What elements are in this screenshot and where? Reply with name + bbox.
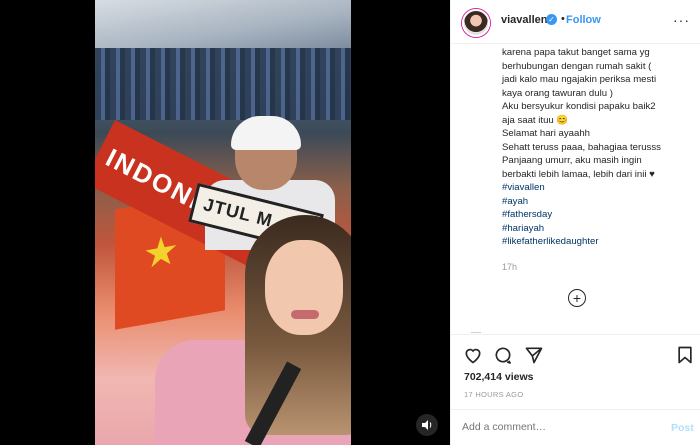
- scroll-indicator: [471, 332, 481, 333]
- caption-line: Selamat hari ayaahh: [502, 128, 590, 139]
- hashtag-link[interactable]: #likefatherlikedaughter: [502, 235, 697, 249]
- post-video[interactable]: ★ INDONE JTUL M: [95, 0, 351, 445]
- bookmark-icon[interactable]: [674, 344, 696, 366]
- caption-line: karena papa takut banget sama yg: [502, 47, 650, 58]
- comment-input[interactable]: [462, 421, 642, 433]
- hashtag-link[interactable]: #viavallen: [502, 181, 697, 195]
- woman-face: [265, 240, 343, 335]
- speaker-icon: [422, 420, 432, 430]
- follow-button[interactable]: Follow: [566, 14, 601, 26]
- caption-line: Sehatt teruss paaa, bahagiaa terusss: [502, 141, 661, 153]
- banner-text: JTUL M: [201, 194, 275, 231]
- post-caption: karena papa takut banget sama yg berhubu…: [502, 46, 697, 249]
- view-count[interactable]: 702,414 views: [464, 371, 533, 383]
- verified-badge-icon: ✓: [546, 14, 557, 25]
- like-heart-icon: [465, 348, 481, 364]
- share-icon[interactable]: [523, 344, 545, 366]
- man-cap: [231, 116, 301, 150]
- more-options-icon[interactable]: ···: [673, 12, 690, 28]
- separator-dot: •: [561, 13, 565, 25]
- post-actions: 702,414 views 17 HOURS AGO Post: [451, 334, 700, 444]
- speech-bubble-icon: [495, 347, 511, 364]
- load-more-comments-button[interactable]: +: [568, 289, 586, 307]
- caption-timestamp: 17h: [502, 262, 518, 272]
- add-comment-section: Post: [451, 409, 700, 445]
- stadium-roof: [95, 0, 351, 48]
- caption-line: Panjaang umurr, aku masih ingin: [502, 155, 642, 166]
- comment-icon[interactable]: [492, 344, 514, 366]
- paper-plane-icon: [525, 347, 543, 364]
- sound-icon[interactable]: [416, 414, 438, 436]
- hashtag-link[interactable]: #hariayah: [502, 222, 697, 236]
- caption-line: aja saat ituu 😊: [502, 114, 569, 126]
- caption-line: berhubungan dengan rumah sakit (: [502, 60, 652, 72]
- post-side-panel: viavallen ✓ • Follow ··· karena papa tak…: [450, 0, 700, 445]
- caption-line: Aku bersyukur kondisi papaku baik2: [502, 101, 656, 112]
- woman-lips: [291, 310, 319, 319]
- caption-line: jadi kalo mau ngajakin periksa mesti: [502, 74, 657, 85]
- post-comment-button[interactable]: Post: [671, 422, 694, 434]
- avatar[interactable]: [462, 9, 490, 37]
- post-age[interactable]: 17 HOURS AGO: [464, 390, 523, 399]
- caption-line: kaya orang tawuran dulu ): [502, 87, 613, 99]
- save-bookmark-icon: [678, 346, 692, 364]
- hashtag-link[interactable]: #ayah: [502, 195, 697, 209]
- hashtag-link[interactable]: #fathersday: [502, 208, 697, 222]
- heart-icon[interactable]: [462, 344, 484, 366]
- username[interactable]: viavallen: [501, 14, 547, 26]
- caption-line: berbakti lebih lamaa, lebih dari inii ♥: [502, 168, 655, 180]
- instagram-post-page: ★ INDONE JTUL M viavallen ✓ • Follow ···…: [0, 0, 700, 445]
- star-icon: ★: [143, 227, 179, 278]
- post-header: viavallen ✓ • Follow ···: [451, 0, 700, 44]
